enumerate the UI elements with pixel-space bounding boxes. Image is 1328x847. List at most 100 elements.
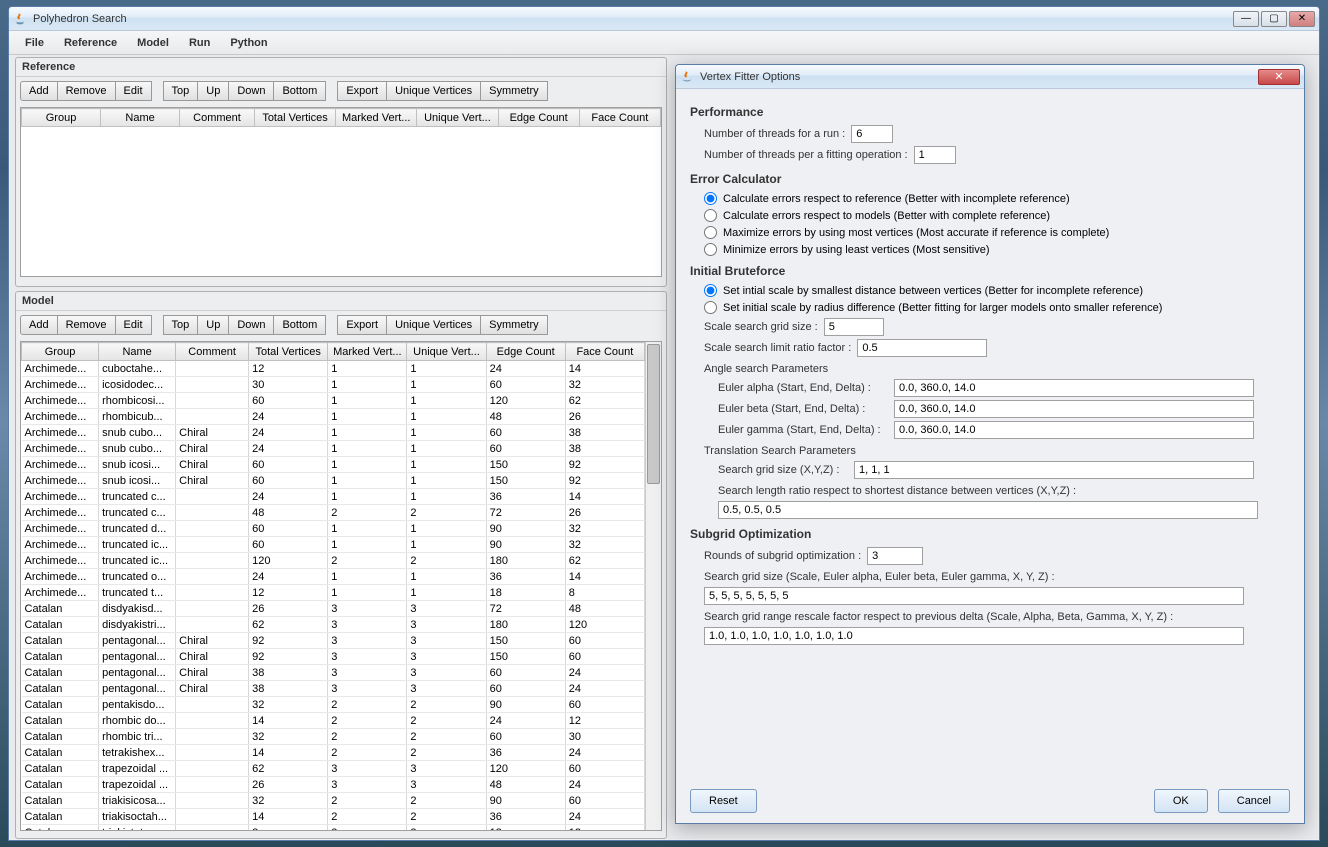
table-row[interactable]: Archimede...truncated c...24113614 <box>22 489 645 505</box>
table-row[interactable]: Catalantetrakishex...14223624 <box>22 745 645 761</box>
column-header[interactable]: Group <box>22 109 101 127</box>
ok-button[interactable]: OK <box>1154 789 1208 813</box>
table-row[interactable]: Catalantriakistetra...8221812 <box>22 825 645 831</box>
column-header[interactable]: Name <box>101 109 180 127</box>
table-row[interactable]: Catalandisdyakistri...6233180120 <box>22 617 645 633</box>
mdl-remove-button[interactable]: Remove <box>57 315 116 335</box>
subgrid-grid-input[interactable] <box>704 587 1244 605</box>
table-row[interactable]: Archimede...cuboctahe...12112414 <box>22 361 645 377</box>
ref-unique-button[interactable]: Unique Vertices <box>386 81 481 101</box>
euler-alpha-input[interactable] <box>894 379 1254 397</box>
mdl-down-button[interactable]: Down <box>228 315 274 335</box>
column-header[interactable]: Marked Vert... <box>328 343 407 361</box>
table-row[interactable]: Catalantriakisoctah...14223624 <box>22 809 645 825</box>
mdl-export-button[interactable]: Export <box>337 315 387 335</box>
mdl-symmetry-button[interactable]: Symmetry <box>480 315 548 335</box>
error-calc-radio-3[interactable] <box>704 243 717 256</box>
table-row[interactable]: Archimede...snub icosi...Chiral601115092 <box>22 473 645 489</box>
ref-add-button[interactable]: Add <box>20 81 58 101</box>
bruteforce-radio-1[interactable] <box>704 301 717 314</box>
ref-up-button[interactable]: Up <box>197 81 229 101</box>
bruteforce-radio-0[interactable] <box>704 284 717 297</box>
table-row[interactable]: Catalanpentagonal...Chiral38336024 <box>22 681 645 697</box>
table-row[interactable]: Catalanrhombic tri...32226030 <box>22 729 645 745</box>
table-row[interactable]: Archimede...snub icosi...Chiral601115092 <box>22 457 645 473</box>
cancel-button[interactable]: Cancel <box>1218 789 1290 813</box>
scale-limit-input[interactable] <box>857 339 987 357</box>
table-row[interactable]: Archimede...truncated d...60119032 <box>22 521 645 537</box>
scale-grid-input[interactable] <box>824 318 884 336</box>
table-row[interactable]: Catalanpentagonal...Chiral923315060 <box>22 649 645 665</box>
table-row[interactable]: Archimede...rhombicub...24114826 <box>22 409 645 425</box>
mdl-up-button[interactable]: Up <box>197 315 229 335</box>
column-header[interactable]: Edge Count <box>498 109 579 127</box>
table-row[interactable]: Catalanpentagonal...Chiral923315060 <box>22 633 645 649</box>
ref-down-button[interactable]: Down <box>228 81 274 101</box>
dialog-titlebar[interactable]: Vertex Fitter Options ✕ <box>676 65 1304 89</box>
menu-python[interactable]: Python <box>220 33 277 53</box>
column-header[interactable]: Face Count <box>579 109 660 127</box>
table-row[interactable]: Archimede...truncated ic...1202218062 <box>22 553 645 569</box>
column-header[interactable]: Marked Vert... <box>336 109 417 127</box>
main-titlebar[interactable]: Polyhedron Search — ▢ ✕ <box>9 7 1319 31</box>
table-row[interactable]: Archimede...truncated t...1211188 <box>22 585 645 601</box>
euler-gamma-input[interactable] <box>894 421 1254 439</box>
table-row[interactable]: Catalantriakisicosa...32229060 <box>22 793 645 809</box>
column-header[interactable]: Unique Vert... <box>407 343 486 361</box>
column-header[interactable]: Name <box>99 343 176 361</box>
threads-fit-input[interactable] <box>914 146 956 164</box>
mdl-bottom-button[interactable]: Bottom <box>273 315 326 335</box>
model-scrollbar[interactable] <box>645 342 661 830</box>
column-header[interactable]: Group <box>22 343 99 361</box>
error-calc-radio-0[interactable] <box>704 192 717 205</box>
ref-remove-button[interactable]: Remove <box>57 81 116 101</box>
table-row[interactable]: Archimede...rhombicosi...601112062 <box>22 393 645 409</box>
table-row[interactable]: Archimede...truncated c...48227226 <box>22 505 645 521</box>
table-row[interactable]: Catalantrapezoidal ...623312060 <box>22 761 645 777</box>
column-header[interactable]: Total Vertices <box>254 109 335 127</box>
menu-model[interactable]: Model <box>127 33 179 53</box>
ref-top-button[interactable]: Top <box>163 81 199 101</box>
table-row[interactable]: Catalantrapezoidal ...26334824 <box>22 777 645 793</box>
menu-file[interactable]: File <box>15 33 54 53</box>
reference-table[interactable]: GroupNameCommentTotal VerticesMarked Ver… <box>20 107 662 277</box>
menu-reference[interactable]: Reference <box>54 33 127 53</box>
table-row[interactable]: Catalandisdyakisd...26337248 <box>22 601 645 617</box>
ref-bottom-button[interactable]: Bottom <box>273 81 326 101</box>
column-header[interactable]: Unique Vert... <box>417 109 498 127</box>
column-header[interactable]: Edge Count <box>486 343 565 361</box>
minimize-button[interactable]: — <box>1233 11 1259 27</box>
reset-button[interactable]: Reset <box>690 789 757 813</box>
table-row[interactable]: Catalanrhombic do...14222412 <box>22 713 645 729</box>
search-grid-xyz-input[interactable] <box>854 461 1254 479</box>
mdl-edit-button[interactable]: Edit <box>115 315 152 335</box>
ref-symmetry-button[interactable]: Symmetry <box>480 81 548 101</box>
table-row[interactable]: Archimede...truncated o...24113614 <box>22 569 645 585</box>
menu-run[interactable]: Run <box>179 33 220 53</box>
table-row[interactable]: Archimede...icosidodec...30116032 <box>22 377 645 393</box>
ref-export-button[interactable]: Export <box>337 81 387 101</box>
table-row[interactable]: Catalanpentagonal...Chiral38336024 <box>22 665 645 681</box>
table-row[interactable]: Archimede...truncated ic...60119032 <box>22 537 645 553</box>
error-calc-radio-2[interactable] <box>704 226 717 239</box>
threads-run-input[interactable] <box>851 125 893 143</box>
table-row[interactable]: Archimede...snub cubo...Chiral24116038 <box>22 441 645 457</box>
maximize-button[interactable]: ▢ <box>1261 11 1287 27</box>
column-header[interactable]: Face Count <box>565 343 644 361</box>
table-row[interactable]: Archimede...snub cubo...Chiral24116038 <box>22 425 645 441</box>
table-row[interactable]: Catalanpentakisdo...32229060 <box>22 697 645 713</box>
subgrid-rounds-input[interactable] <box>867 547 923 565</box>
error-calc-radio-1[interactable] <box>704 209 717 222</box>
ref-edit-button[interactable]: Edit <box>115 81 152 101</box>
subgrid-rescale-input[interactable] <box>704 627 1244 645</box>
search-len-input[interactable] <box>718 501 1258 519</box>
mdl-top-button[interactable]: Top <box>163 315 199 335</box>
scrollbar-thumb[interactable] <box>647 344 660 484</box>
column-header[interactable]: Comment <box>176 343 249 361</box>
close-button[interactable]: ✕ <box>1289 11 1315 27</box>
euler-beta-input[interactable] <box>894 400 1254 418</box>
column-header[interactable]: Total Vertices <box>249 343 328 361</box>
mdl-unique-button[interactable]: Unique Vertices <box>386 315 481 335</box>
column-header[interactable]: Comment <box>180 109 255 127</box>
dialog-close-button[interactable]: ✕ <box>1258 69 1300 85</box>
